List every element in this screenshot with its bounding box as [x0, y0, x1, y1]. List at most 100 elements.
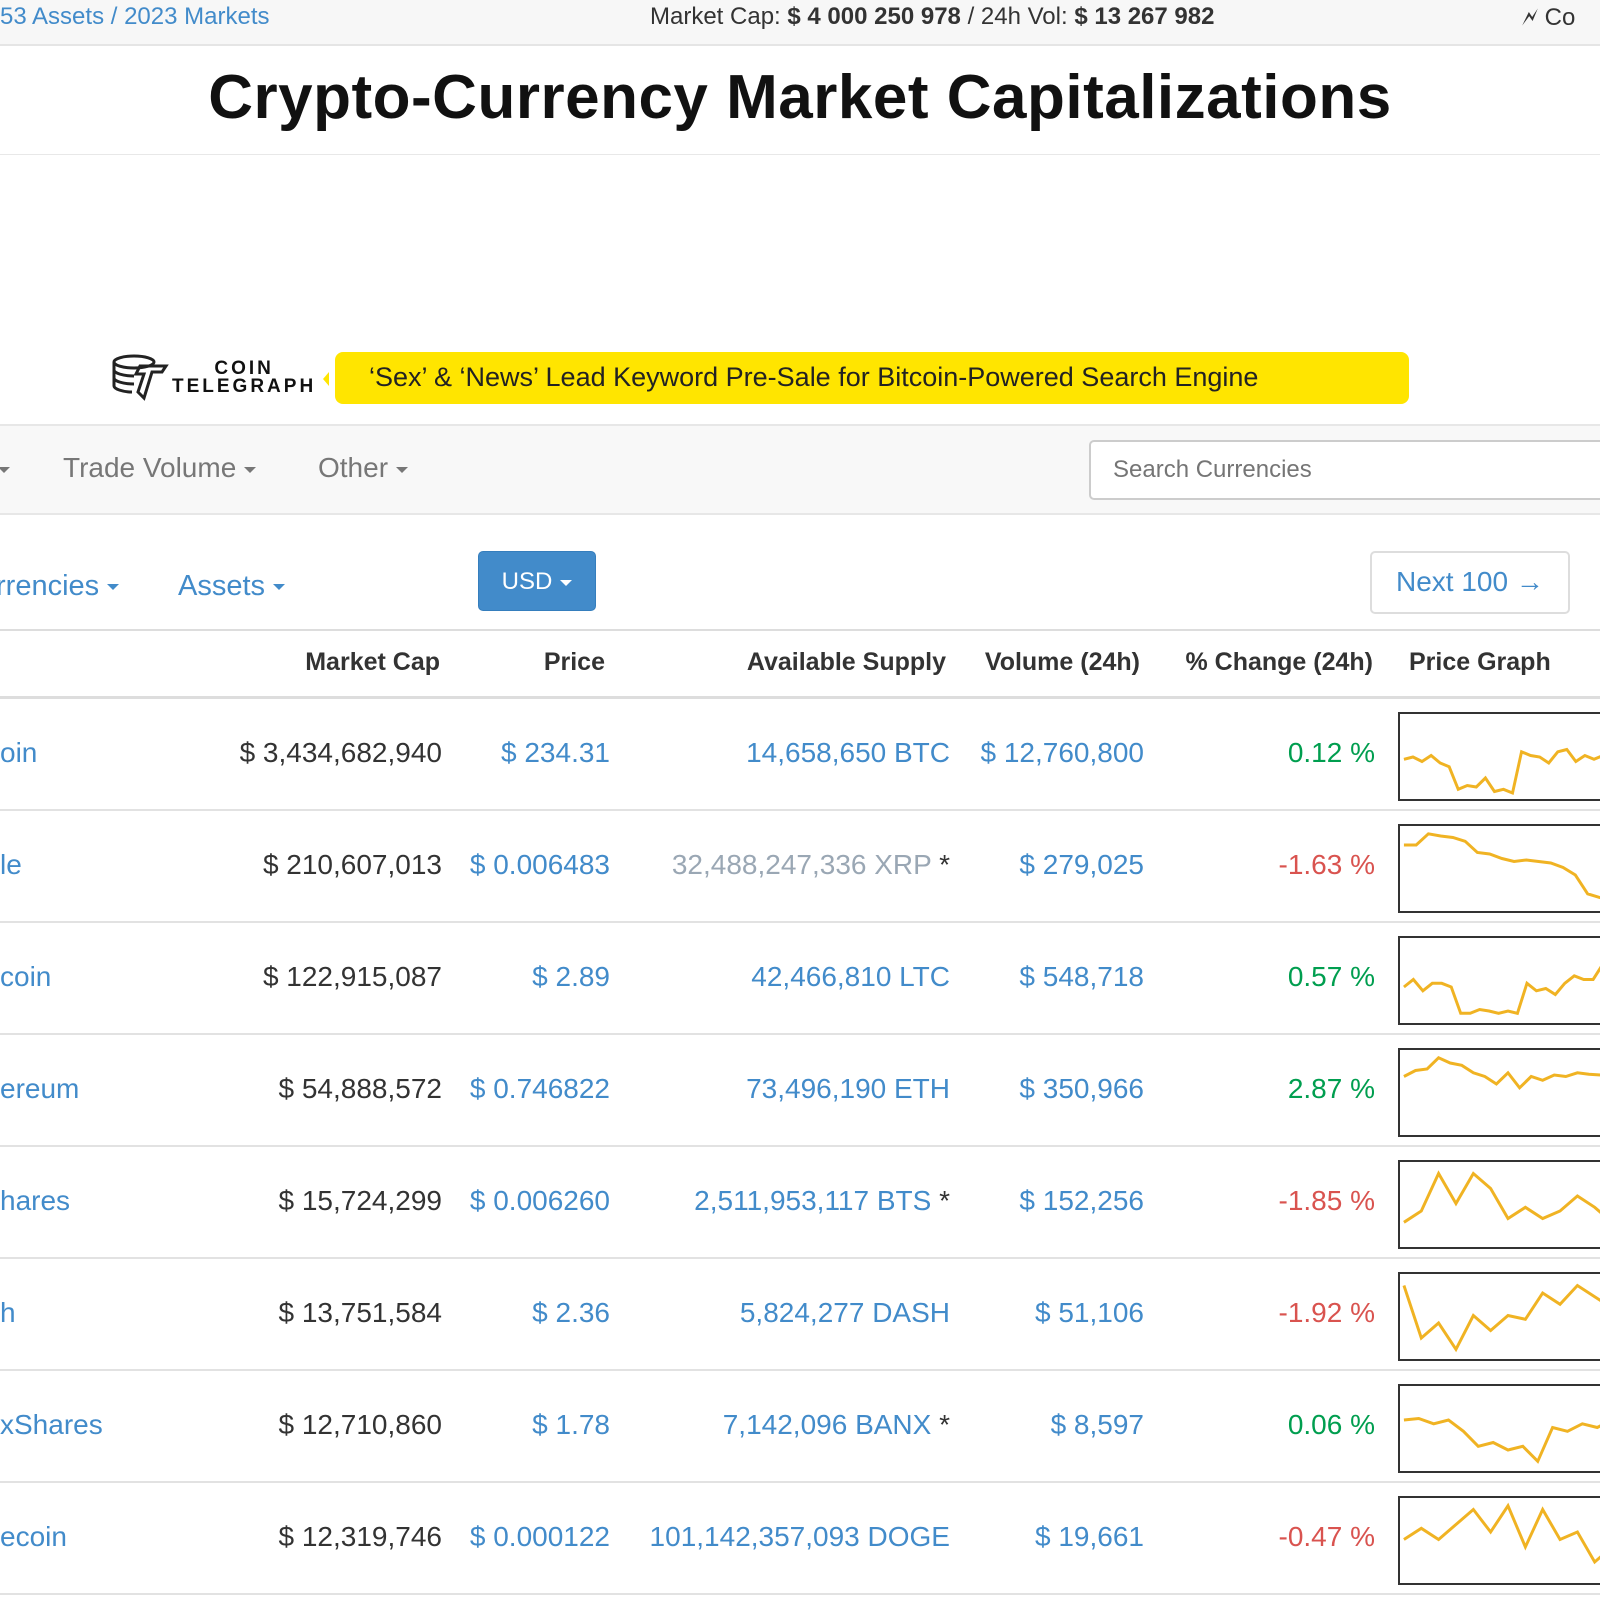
percent-change: 0.12 % [1287, 737, 1375, 768]
supply-cell: 42,466,810 LTC [751, 961, 950, 993]
table-row: le $ 210,607,013 $ 0.006483 32,488,247,3… [0, 811, 1600, 923]
divider [0, 629, 1600, 631]
nav-trade-volume[interactable]: Trade Volume [63, 452, 257, 484]
price-graph[interactable] [1398, 1384, 1600, 1473]
supply-link[interactable]: 42,466,810 LTC [751, 961, 950, 992]
currency-select-button[interactable]: USD [478, 551, 596, 611]
percent-change: 2.87 % [1287, 1073, 1375, 1104]
supply-cell: 14,658,650 BTC [746, 737, 950, 769]
caret-down-icon [244, 466, 257, 473]
volume-link[interactable]: $ 152,256 [1019, 1185, 1144, 1217]
price-link[interactable]: $ 2.89 [532, 961, 610, 993]
price-link[interactable]: $ 2.36 [532, 1297, 610, 1329]
breadcrumb: 53 Assets / 2023 Markets [0, 3, 269, 31]
market-cap-value: $ 4 000 250 978 [787, 3, 961, 30]
currency-name-link[interactable]: ereum [0, 1073, 79, 1105]
currency-name-link[interactable]: h [0, 1297, 16, 1329]
volume-link[interactable]: $ 12,760,800 [981, 737, 1145, 769]
nav-dropdown-cut[interactable] [0, 452, 10, 484]
search-input[interactable] [1089, 440, 1600, 500]
next-100-button[interactable]: Next 100 → [1370, 551, 1570, 614]
sparkline-line [1403, 1170, 1600, 1224]
currency-name-link[interactable]: ecoin [0, 1521, 67, 1553]
volume-link[interactable]: $ 279,025 [1019, 849, 1144, 881]
percent-change: 0.57 % [1287, 961, 1375, 992]
price-link[interactable]: $ 0.746822 [470, 1073, 610, 1105]
supply-cell: 73,496,190 ETH [746, 1073, 950, 1105]
logo-text: TELEGRAPH [172, 376, 317, 397]
volume-link[interactable]: $ 8,597 [1051, 1409, 1144, 1441]
currency-name-link[interactable]: oin [0, 737, 37, 769]
table-row: h $ 13,751,584 $ 2.36 5,824,277 DASH $ 5… [0, 1259, 1600, 1371]
asterisk: * [939, 1185, 950, 1216]
global-stats: Market Cap: $ 4 000 250 978 / 24h Vol: $… [650, 3, 1214, 31]
percent-change: -0.47 % [1278, 1521, 1376, 1552]
caret-down-icon [396, 466, 409, 473]
market-cap-label: Market Cap: [650, 3, 781, 30]
volume-link[interactable]: $ 51,106 [1035, 1297, 1144, 1329]
header-change[interactable]: % Change (24h) [1185, 648, 1373, 677]
sparkline [1403, 1416, 1600, 1464]
price-link[interactable]: $ 1.78 [532, 1409, 610, 1441]
table-row: oin $ 3,434,682,940 $ 234.31 14,658,650 … [0, 699, 1600, 811]
sparkline [1403, 747, 1600, 796]
assets-dropdown[interactable]: Assets [178, 570, 286, 603]
nav-label: Trade Volume [63, 452, 237, 483]
header-available-supply[interactable]: Available Supply [747, 648, 946, 677]
currency-name-link[interactable]: xShares [0, 1409, 103, 1441]
price-graph[interactable] [1398, 712, 1600, 801]
market-cap: $ 54,888,572 [278, 1073, 443, 1104]
price-link[interactable]: $ 234.31 [501, 737, 610, 769]
price-graph[interactable] [1398, 824, 1600, 913]
coin-telegraph-link[interactable]: 🗲 Co [1522, 4, 1600, 32]
price-link[interactable]: $ 0.006260 [470, 1185, 610, 1217]
header-volume[interactable]: Volume (24h) [985, 648, 1140, 677]
dropdown-label: Assets [178, 570, 266, 602]
percent-change: -1.85 % [1278, 1185, 1376, 1216]
volume-link[interactable]: $ 350,966 [1019, 1073, 1144, 1105]
markets-link[interactable]: 2023 Markets [124, 3, 269, 30]
supply-cell: 7,142,096 BANX * [723, 1409, 950, 1441]
price-graph[interactable] [1398, 1048, 1600, 1137]
market-cap: $ 15,724,299 [278, 1185, 443, 1216]
price-graph[interactable] [1398, 1496, 1600, 1585]
percent-change: 0.06 % [1287, 1409, 1375, 1440]
volume-link[interactable]: $ 548,718 [1019, 961, 1144, 993]
asterisk: * [939, 849, 950, 880]
header-price[interactable]: Price [544, 648, 605, 677]
asterisk: * [939, 1409, 950, 1440]
header-market-cap[interactable]: Market Cap [305, 648, 440, 677]
supply-link[interactable]: 2,511,953,117 BTS [694, 1185, 931, 1216]
assets-link[interactable]: 53 Assets [0, 3, 104, 30]
price-graph[interactable] [1398, 1272, 1600, 1361]
volume-link[interactable]: $ 19,661 [1035, 1521, 1144, 1553]
supply-link[interactable]: 7,142,096 BANX [723, 1409, 932, 1440]
news-headline-link[interactable]: ‘Sex’ & ‘News’ Lead Keyword Pre-Sale for… [323, 352, 1409, 404]
price-link[interactable]: $ 0.000122 [470, 1521, 610, 1553]
currency-name-link[interactable]: hares [0, 1185, 70, 1217]
nav-other[interactable]: Other [318, 452, 409, 484]
supply-link[interactable]: 32,488,247,336 XRP [672, 849, 931, 880]
currency-name-link[interactable]: coin [0, 961, 51, 993]
supply-link[interactable]: 14,658,650 BTC [746, 737, 950, 768]
price-link[interactable]: $ 0.006483 [470, 849, 610, 881]
currencies-dropdown[interactable]: rrencies [0, 570, 120, 603]
volume-label: 24h Vol: [980, 3, 1068, 30]
button-label: USD [501, 568, 553, 595]
supply-cell: 5,824,277 DASH [740, 1297, 950, 1329]
volume-value: $ 13 267 982 [1074, 3, 1215, 30]
supply-cell: 101,142,357,093 DOGE [650, 1521, 950, 1553]
percent-change: -1.92 % [1278, 1297, 1376, 1328]
top-stats-bar: 53 Assets / 2023 Markets Market Cap: $ 4… [0, 0, 1600, 46]
market-cap: $ 12,710,860 [278, 1409, 443, 1440]
dropdown-label: rrencies [0, 570, 100, 602]
table-row: ecoin $ 12,319,746 $ 0.000122 101,142,35… [0, 1483, 1600, 1595]
currency-name-link[interactable]: le [0, 849, 22, 881]
supply-link[interactable]: 5,824,277 DASH [740, 1297, 950, 1328]
supply-link[interactable]: 73,496,190 ETH [746, 1073, 950, 1104]
sparkline-line [1402, 1283, 1600, 1353]
nav-label: Other [318, 452, 389, 483]
price-graph[interactable] [1398, 1160, 1600, 1249]
supply-link[interactable]: 101,142,357,093 DOGE [650, 1521, 950, 1552]
price-graph[interactable] [1398, 936, 1600, 1025]
